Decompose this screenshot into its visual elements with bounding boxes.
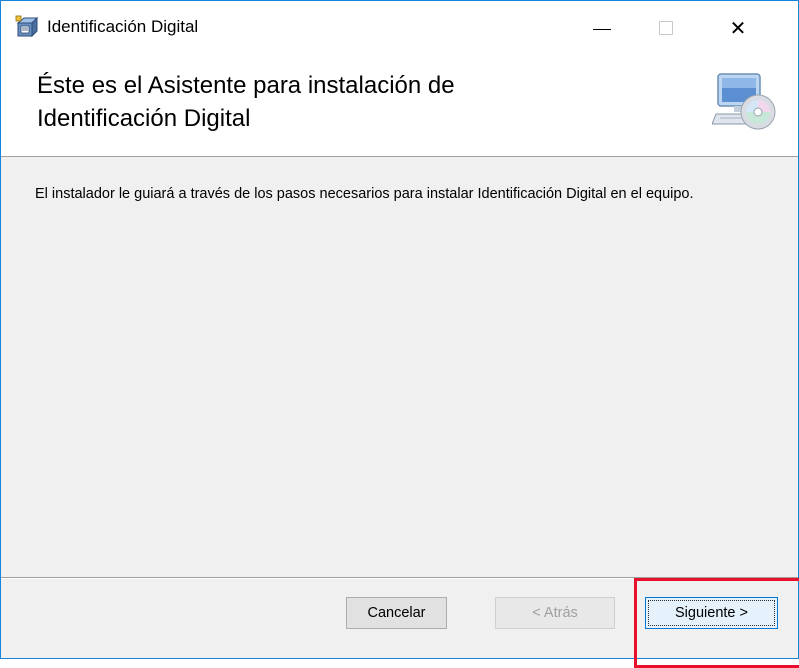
installer-window: Identificación Digital ✕ Éste es el Asis… xyxy=(0,0,799,659)
minimize-button[interactable] xyxy=(575,1,629,55)
maximize-icon xyxy=(659,21,673,35)
header-banner: Éste es el Asistente para instalación de… xyxy=(1,55,798,157)
back-button[interactable]: < Atrás xyxy=(495,597,615,629)
page-title-line-1: Éste es el Asistente para instalación de xyxy=(37,72,455,99)
window-title: Identificación Digital xyxy=(47,17,199,36)
highlight-annotation xyxy=(634,578,799,668)
page-title-line-2: Identificación Digital xyxy=(37,105,251,132)
maximize-button[interactable] xyxy=(639,1,693,55)
minimize-icon xyxy=(593,28,611,30)
title-bar[interactable]: Identificación Digital ✕ xyxy=(1,1,798,55)
computer-cd-icon xyxy=(711,68,778,134)
cancel-button[interactable]: Cancelar xyxy=(346,597,447,629)
description-text: El instalador le guiará a través de los … xyxy=(35,186,694,202)
close-icon: ✕ xyxy=(729,16,747,40)
installer-box-icon xyxy=(15,15,39,39)
close-button[interactable]: ✕ xyxy=(711,1,765,55)
page-title: Éste es el Asistente para instalación de… xyxy=(37,69,637,135)
